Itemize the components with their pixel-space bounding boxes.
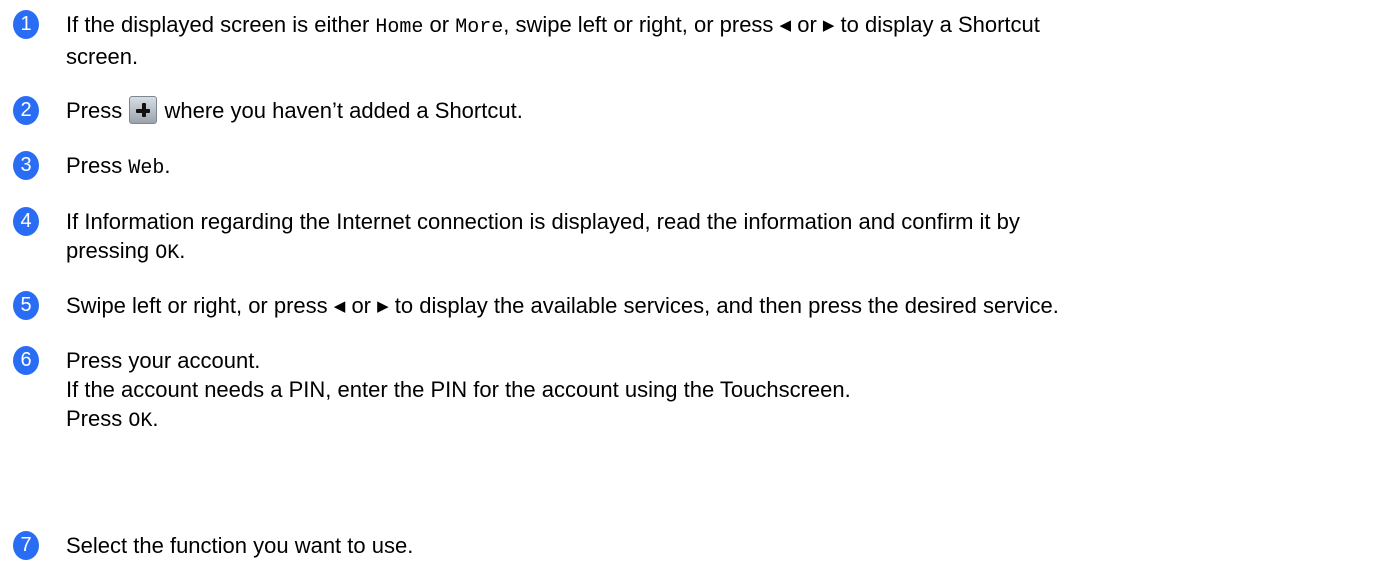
left-arrow-icon: ◀ bbox=[333, 298, 346, 315]
step-number-badge: 2 bbox=[13, 96, 39, 125]
right-arrow-icon: ▶ bbox=[377, 298, 389, 315]
step-text: Swipe left or right, or press ◀ or ▶ to … bbox=[66, 293, 1059, 318]
step-text: Select the function you want to use. bbox=[66, 533, 414, 558]
menu-name-web: Web bbox=[128, 157, 165, 180]
step-text: If the displayed screen is either Home o… bbox=[66, 12, 1040, 69]
step-text: If Information regarding the Internet co… bbox=[66, 209, 1020, 265]
step-number-badge: 5 bbox=[13, 291, 39, 320]
left-arrow-icon: ◀ bbox=[779, 17, 792, 34]
step-number-badge: 7 bbox=[13, 531, 39, 560]
step-text: Press your account. If the account needs… bbox=[66, 348, 851, 433]
step-number-badge: 3 bbox=[13, 151, 39, 180]
menu-name-more: More bbox=[455, 16, 504, 39]
step-text: Press Web. bbox=[66, 153, 171, 180]
menu-name-ok: OK bbox=[155, 242, 180, 265]
step-number-badge: 6 bbox=[13, 346, 39, 375]
right-arrow-icon: ▶ bbox=[822, 17, 835, 34]
menu-name-ok: OK bbox=[128, 410, 153, 433]
menu-name-home: Home bbox=[375, 16, 424, 39]
step-number-badge: 1 bbox=[13, 10, 39, 39]
step-text: Press where you haven’t added a Shortcut… bbox=[66, 96, 523, 124]
plus-button-icon bbox=[129, 96, 158, 124]
step-number-badge: 4 bbox=[13, 207, 39, 236]
